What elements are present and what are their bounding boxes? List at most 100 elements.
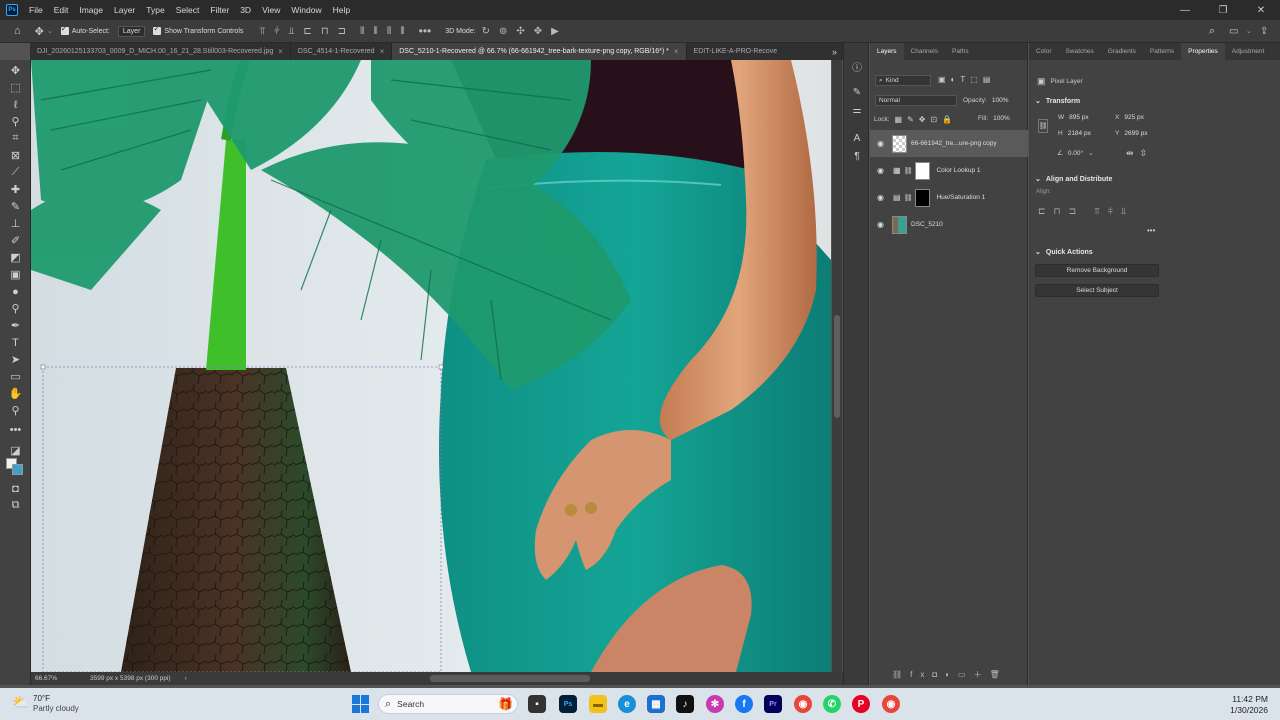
drag-3d-icon[interactable]: ✣ bbox=[516, 26, 524, 37]
rectangle-tool-icon[interactable]: ▭ bbox=[8, 369, 23, 384]
layer-actions-bar[interactable]: ⛓fx◘◐▭＋🗑 bbox=[892, 669, 1008, 680]
distribute-space-icon[interactable]: ⦀ bbox=[400, 26, 404, 37]
weather-icon[interactable]: ⛅ bbox=[12, 694, 30, 712]
share-icon[interactable]: ⇪ bbox=[1260, 26, 1268, 37]
eyedropper-tool-icon[interactable]: ⟋ bbox=[8, 165, 23, 180]
search-icon[interactable]: ⌕ bbox=[1209, 25, 1215, 38]
menu-edit[interactable]: Edit bbox=[54, 5, 69, 15]
lasso-tool-icon[interactable]: ℓ bbox=[8, 97, 23, 112]
chrome-icon[interactable]: ◉ bbox=[794, 695, 812, 713]
auto-select-option[interactable]: Auto-Select: bbox=[60, 24, 110, 35]
show-transform-option[interactable]: Show Transform Controls bbox=[153, 24, 243, 35]
layer-row-color-lookup[interactable]: ◉ ▦ ⛓ Color Lookup 1 bbox=[870, 157, 1028, 184]
link-icon[interactable]: ⛓ bbox=[904, 167, 913, 175]
align-vcenter-icon[interactable]: ⫩ bbox=[274, 26, 280, 37]
y-field[interactable]: Y 2699 px bbox=[1115, 130, 1147, 137]
default-colors-icon[interactable]: ◪ bbox=[8, 443, 23, 458]
distribute-icon[interactable]: ⦀ bbox=[360, 26, 364, 37]
orbit-3d-icon[interactable]: ↻ bbox=[482, 26, 490, 37]
photoshop-taskbar-icon[interactable]: Ps bbox=[559, 695, 577, 713]
filter-kind-dropdown[interactable]: ⌕ Kind bbox=[875, 75, 931, 86]
healing-brush-tool-icon[interactable]: ✚ bbox=[8, 182, 23, 197]
tab-layers[interactable]: Layers bbox=[870, 43, 904, 60]
move-tool-icon[interactable]: ✥ bbox=[8, 63, 23, 78]
object-selection-tool-icon[interactable]: ⚲ bbox=[8, 114, 23, 129]
chevron-down-icon[interactable]: ⌄ bbox=[47, 27, 53, 35]
tab-close-icon[interactable]: × bbox=[674, 47, 679, 56]
tab-patterns[interactable]: Patterns bbox=[1143, 43, 1181, 60]
opacity-field[interactable]: Opacity: 100% bbox=[963, 97, 1008, 104]
quick-mask-icon[interactable]: ◘ bbox=[8, 481, 23, 496]
brush-tool-icon[interactable]: ✎ bbox=[8, 199, 23, 214]
distribute-right-icon[interactable]: ⦀ bbox=[387, 26, 391, 37]
visibility-eye-icon[interactable]: ◉ bbox=[877, 193, 887, 202]
x-value[interactable]: 925 px bbox=[1124, 114, 1144, 121]
link-dimensions-icon[interactable]: ⛓ bbox=[1038, 119, 1048, 133]
gradient-tool-icon[interactable]: ▣ bbox=[8, 267, 23, 282]
distribute-center-icon[interactable]: ⦀ bbox=[373, 26, 377, 37]
pen-tool-icon[interactable]: ✒ bbox=[8, 318, 23, 333]
doc-tab-1[interactable]: DJI_20260125133703_0009_D_MICH.00_16_21_… bbox=[30, 43, 291, 60]
hand-tool-icon[interactable]: ✋ bbox=[8, 386, 23, 401]
align-right-icon[interactable]: ⊐ bbox=[338, 26, 346, 37]
auto-select-checkbox[interactable] bbox=[60, 24, 69, 35]
taskbar-search-box[interactable]: ⌕ Search 🎁 bbox=[378, 694, 518, 714]
pinterest-icon[interactable]: P bbox=[852, 695, 870, 713]
file-explorer-icon[interactable]: ▬ bbox=[589, 695, 607, 713]
tab-color[interactable]: Color bbox=[1029, 43, 1059, 60]
layer-filter-icons[interactable]: ▣◐T⬚▤ bbox=[938, 75, 995, 84]
clock-time[interactable]: 11:42 PM bbox=[1212, 694, 1268, 704]
visibility-eye-icon[interactable]: ◉ bbox=[877, 220, 887, 229]
workspace-chevron-icon[interactable]: ⌄ bbox=[1246, 27, 1252, 35]
edit-toolbar-icon[interactable]: ••• bbox=[8, 422, 23, 437]
path-selection-tool-icon[interactable]: ➤ bbox=[8, 352, 23, 367]
menu-3d[interactable]: 3D bbox=[240, 5, 251, 15]
whatsapp-icon[interactable]: ✆ bbox=[823, 695, 841, 713]
slide-3d-icon[interactable]: ✥ bbox=[534, 26, 542, 37]
doc-tab-2[interactable]: DSC_4514-1-Recovered × bbox=[291, 43, 393, 60]
crop-tool-icon[interactable]: ⌗ bbox=[8, 131, 23, 146]
screen-mode-icon[interactable]: ⧉ bbox=[8, 498, 23, 513]
h-value[interactable]: 2184 px bbox=[1068, 130, 1091, 137]
menu-help[interactable]: Help bbox=[333, 5, 350, 15]
zoom-level[interactable]: 66.67% bbox=[35, 675, 90, 682]
roll-3d-icon[interactable]: ⊚ bbox=[499, 26, 507, 37]
select-subject-button[interactable]: Select Subject bbox=[1035, 284, 1159, 297]
weather-temp[interactable]: 70°F bbox=[33, 694, 50, 703]
edge-icon[interactable]: e bbox=[618, 695, 636, 713]
dodge-tool-icon[interactable]: ⚲ bbox=[8, 301, 23, 316]
menu-image[interactable]: Image bbox=[79, 5, 103, 15]
align-top-icon[interactable]: ⫪ bbox=[259, 26, 265, 37]
video-camera-3d-icon[interactable]: ▶ bbox=[551, 26, 559, 37]
clone-stamp-tool-icon[interactable]: ⊥ bbox=[8, 216, 23, 231]
width-field[interactable]: W 895 px bbox=[1058, 114, 1089, 121]
link-icon[interactable]: ⛓ bbox=[904, 194, 913, 202]
zoom-tool-icon[interactable]: ⚲ bbox=[8, 403, 23, 418]
tab-adjustments[interactable]: Adjustment bbox=[1225, 43, 1272, 60]
tab-channels[interactable]: Channels bbox=[904, 43, 945, 60]
tiktok-icon[interactable]: ♪ bbox=[676, 695, 694, 713]
tab-swatches[interactable]: Swatches bbox=[1059, 43, 1101, 60]
tab-close-icon[interactable]: × bbox=[380, 47, 385, 56]
paragraph-icon[interactable]: ¶ bbox=[850, 149, 864, 163]
quick-actions-title[interactable]: ⌄ Quick Actions bbox=[1035, 248, 1093, 257]
fill-field[interactable]: Fill: 100% bbox=[978, 115, 1010, 122]
clock-date[interactable]: 1/30/2026 bbox=[1212, 705, 1268, 715]
minimize-icon[interactable]: — bbox=[1166, 0, 1204, 20]
lock-icons[interactable]: ▦✎✥⊡🔒 bbox=[895, 115, 958, 124]
workspace-icon[interactable]: ▭ bbox=[1229, 26, 1238, 37]
adjustments-icon[interactable]: ⚌ bbox=[850, 103, 864, 117]
angle-field[interactable]: ∠ 0.00° ⌄ bbox=[1057, 149, 1094, 158]
more-align-options-icon[interactable]: ••• bbox=[1147, 226, 1155, 235]
angle-value[interactable]: 0.00° bbox=[1068, 150, 1083, 157]
w-value[interactable]: 895 px bbox=[1069, 114, 1089, 121]
background-color-swatch[interactable] bbox=[12, 464, 23, 475]
align-icons[interactable]: ⊏⊓⊐ ⫪⫩⫫ bbox=[1038, 206, 1134, 217]
marquee-tool-icon[interactable]: ⬚ bbox=[8, 80, 23, 95]
info-icon[interactable]: ⓘ bbox=[850, 59, 864, 74]
history-brush-tool-icon[interactable]: ✐ bbox=[8, 233, 23, 248]
auto-select-dropdown[interactable]: Layer bbox=[117, 25, 146, 37]
move-tool-icon[interactable]: ✥ bbox=[35, 25, 44, 38]
layer-row-dsc-5210[interactable]: ◉ DSC_5210 bbox=[870, 211, 1028, 238]
eraser-tool-icon[interactable]: ◩ bbox=[8, 250, 23, 265]
